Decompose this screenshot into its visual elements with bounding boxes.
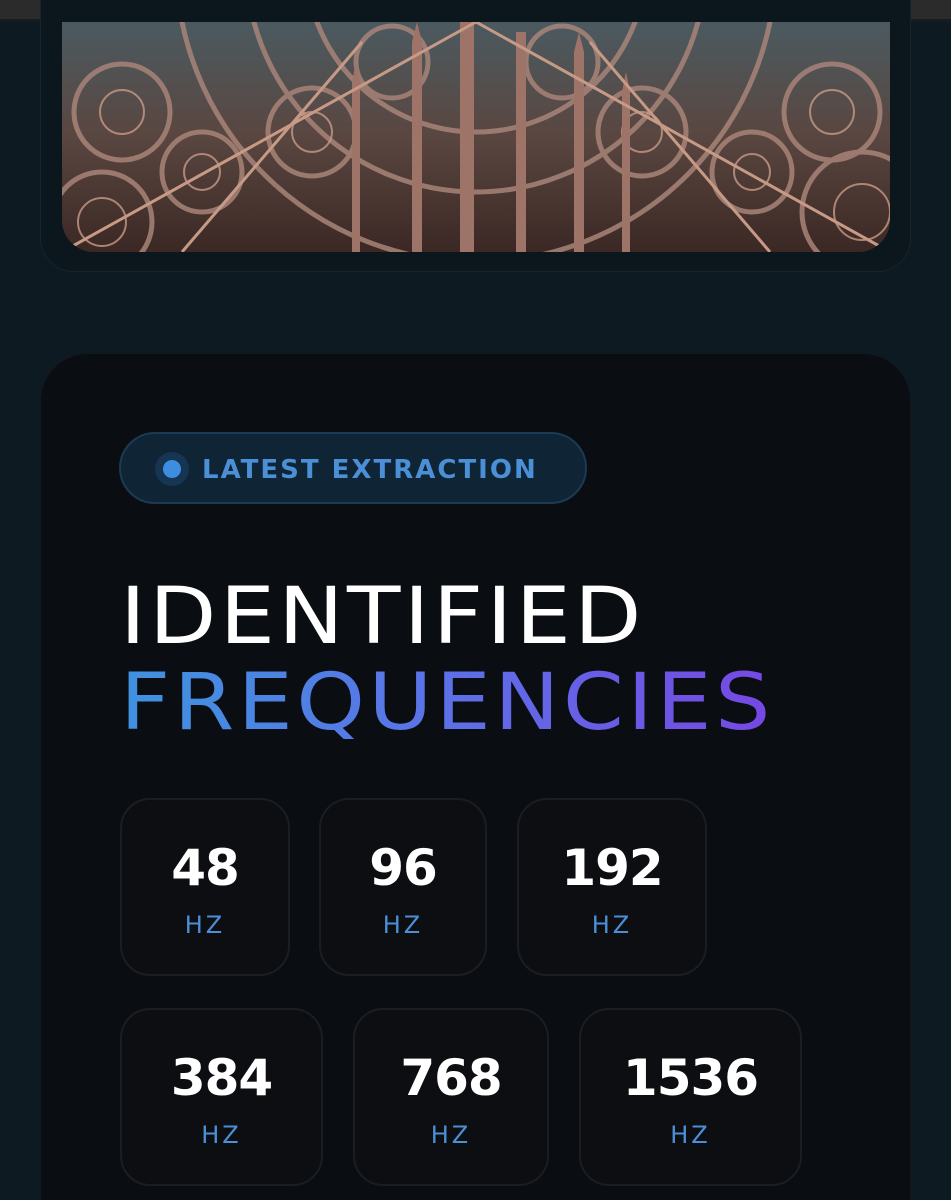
frequency-card: 192 HZ [517, 798, 707, 976]
status-dot-icon [155, 452, 189, 486]
frequency-card: 768 HZ [353, 1008, 549, 1186]
frequency-unit: HZ [201, 1121, 242, 1149]
heading-line-2: FREQUENCIES [120, 658, 774, 748]
frequency-value: 192 [561, 839, 663, 897]
frequency-value: 1536 [622, 1049, 759, 1107]
frequency-value: 96 [369, 839, 438, 897]
frequency-unit: HZ [430, 1121, 472, 1149]
latest-extraction-badge: LATEST EXTRACTION [119, 432, 587, 504]
frequency-unit: HZ [591, 911, 633, 939]
frequency-card: 384 HZ [120, 1008, 323, 1186]
frequency-unit: HZ [184, 911, 226, 939]
frequency-value: 768 [400, 1049, 502, 1107]
frequency-card: 1536 HZ [579, 1008, 802, 1186]
frequency-unit: HZ [670, 1121, 711, 1149]
frequency-unit: HZ [382, 911, 424, 939]
frequency-value: 384 [170, 1049, 273, 1107]
badge-label: LATEST EXTRACTION [202, 455, 538, 485]
heading-line-1: IDENTIFIED [120, 572, 645, 662]
cathedral-image [62, 22, 890, 252]
frequency-card: 48 HZ [120, 798, 290, 976]
frequency-value: 48 [171, 839, 240, 897]
frequency-card: 96 HZ [319, 798, 487, 976]
